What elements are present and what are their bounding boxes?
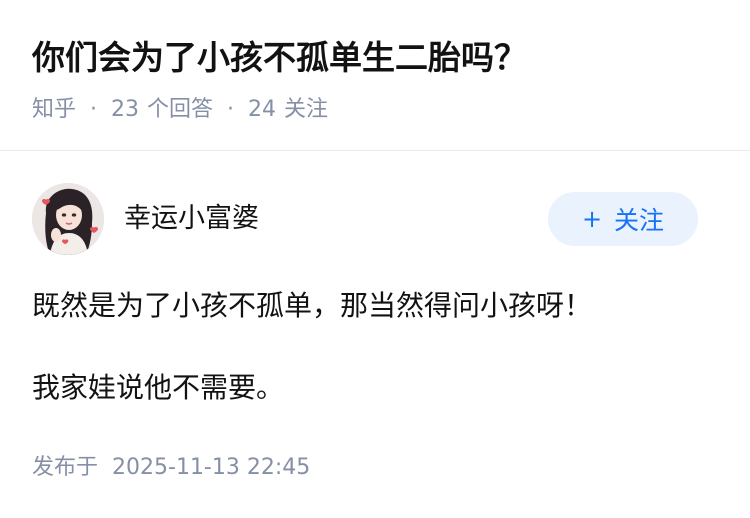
follower-count: 24	[248, 97, 277, 122]
publish-label: 发布于	[32, 455, 99, 480]
question-meta: 知乎 · 23 个回答 · 24 关注	[32, 94, 328, 126]
publish-time[interactable]: 2025-11-13 22:45	[112, 455, 310, 480]
answer-count-label: 个回答	[147, 97, 214, 122]
avatar[interactable]	[32, 183, 104, 255]
answer-paragraph: 我家娃说他不需要。	[32, 371, 285, 404]
follower-count-label: 关注	[284, 97, 329, 122]
answer-count: 23	[111, 97, 140, 122]
avatar-portrait-icon	[32, 183, 104, 255]
question-header: 你们会为了小孩不孤单生二胎吗？ 知乎 · 23 个回答 · 24 关注	[0, 0, 750, 151]
meta-separator: ·	[90, 97, 98, 122]
meta-separator: ·	[227, 97, 235, 122]
answer-paragraph: 既然是为了小孩不孤单，那当然得问小孩呀！	[32, 289, 593, 322]
question-title[interactable]: 你们会为了小孩不孤单生二胎吗？	[32, 34, 527, 82]
answer-body: 既然是为了小孩不孤单，那当然得问小孩呀！ 我家娃说他不需要。	[32, 286, 722, 408]
author-row: 幸运小富婆 + 关注	[32, 183, 718, 257]
follow-button[interactable]: + 关注	[548, 192, 698, 246]
author-name[interactable]: 幸运小富婆	[124, 201, 259, 237]
follow-button-label: 关注	[614, 206, 665, 235]
plus-icon: +	[581, 205, 603, 233]
publish-info: 发布于 2025-11-13 22:45	[32, 452, 310, 484]
source-label[interactable]: 知乎	[32, 94, 76, 126]
